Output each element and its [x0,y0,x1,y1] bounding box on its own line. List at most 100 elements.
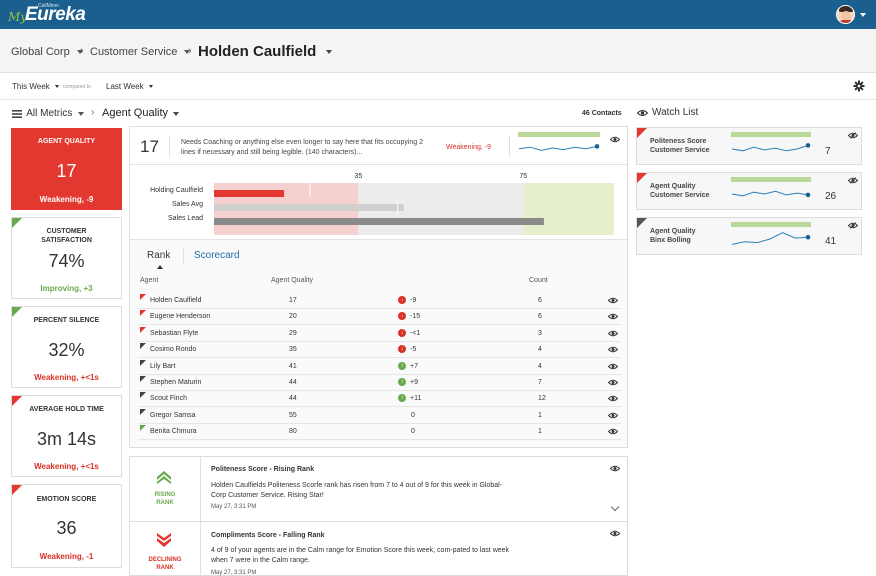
watch-item-value: 26 [825,191,837,202]
comparison-bar [214,190,285,197]
tile-average-hold-time[interactable]: AVERAGE HOLD TIME 3m 14s Weakening, +<1s [11,395,122,477]
detail-description: Needs Coaching or anything else even lon… [181,139,424,156]
eye-icon[interactable] [610,136,620,143]
status-flag-icon [637,218,647,228]
table-row[interactable]: Sebastian Flyte 29 ↓ -<1 3 [138,326,621,342]
arrow-down-icon: ↓ [398,328,406,337]
watch-list-item[interactable]: Politeness Score Customer Service 7 [636,127,862,165]
sparkline-endpoint [805,143,811,148]
table-row[interactable]: Cosimo Rondo 35 ↓ -5 4 [138,342,621,359]
tile-trend: Weakening, +<1s [34,373,99,382]
status-flag-icon [140,359,146,366]
period-dropdown[interactable]: This Week [12,82,59,91]
eye-icon[interactable] [608,412,618,419]
eye-icon[interactable] [608,379,618,386]
table-row[interactable]: Scout Finch 44 ↑ +11 12 [138,391,621,408]
sparkline-line [731,144,809,152]
expand-chevron-down-icon[interactable] [610,502,620,512]
watch-list-item[interactable]: Agent Quality Binx Bolling 41 [636,217,862,255]
agent-score: 44 [289,379,297,386]
agent-name: Stephen Maturin [150,379,202,386]
myeureka-logo[interactable]: CallMiner My Eureka [8,3,96,27]
agent-count: 3 [538,329,542,337]
user-avatar[interactable] [836,5,855,24]
column-header-count[interactable]: Count [529,277,548,284]
eye-icon[interactable] [608,428,618,435]
compare-period-label: Last Week [106,82,144,91]
detail-tabs: Rank Scorecard [130,241,627,269]
comparison-bar [214,218,544,225]
eye-icon[interactable] [608,363,618,370]
tab-rank[interactable]: Rank [147,250,170,261]
tile-percent-silence[interactable]: PERCENT SILENCE 32% Weakening, +<1s [11,306,122,388]
watch-item-value: 41 [825,236,837,247]
watch-item-scope: Binx Bolling [650,237,691,244]
table-row[interactable]: Stephen Maturin 44 ↑ +9 7 [138,375,621,391]
tile-emotion-score[interactable]: EMOTION SCORE 36 Weakening, -1 [11,484,122,568]
agent-change: 0 [411,411,415,419]
arrow-down-icon: ↓ [398,312,406,321]
chevron-down-icon [148,85,153,89]
contacts-count: 46 Contacts [582,110,622,117]
agent-count: 1 [538,428,542,436]
eye-icon[interactable] [608,395,618,402]
metrics-separator-icon: › [91,107,95,118]
column-header-agent[interactable]: Agent [140,277,158,284]
table-row[interactable]: Holden Caulfield 17 ↓ -9 6 [138,293,621,309]
detail-summary: 17 Needs Coaching or anything else even … [130,127,627,165]
tile-customer-satisfaction[interactable]: CUSTOMER SATISFACTION 74% Improving, +3 [11,217,122,299]
eye-icon[interactable] [610,530,620,537]
metric-detail-panel: 17 Needs Coaching or anything else even … [129,126,628,448]
agent-name: Gregor Samsa [150,411,196,419]
breadcrumb-org-dropdown[interactable]: Global Corp [11,46,83,58]
breadcrumb-separator-icon: › [188,45,192,57]
agent-name: Cosimo Rondo [150,346,197,354]
eye-icon[interactable] [608,346,618,353]
table-row[interactable]: Gregor Samsa 55 0 1 [138,408,621,424]
breadcrumb-group-dropdown[interactable]: Customer Service [90,46,191,58]
tile-agent-quality[interactable]: AGENT QUALITY 17 Weakening, -9 [11,128,122,210]
agent-count: 6 [538,313,542,321]
eye-icon[interactable] [610,465,620,472]
tile-value: 3m 14s [36,429,97,449]
table-row[interactable]: Lily Bart 41 ↑ +7 4 [138,359,621,375]
user-menu-chevron-down-icon[interactable] [860,13,866,17]
notification-date: May 27, 3:31 PM [211,570,257,576]
filter-bar: This Week compared to Last Week [0,74,876,100]
table-row[interactable]: Benita Chmura 80 0 1 [138,424,621,441]
table-row[interactable]: Eugene Henderson 20 ↓ -15 6 [138,309,621,326]
eye-off-icon[interactable] [848,177,858,184]
tile-label: AVERAGE HOLD TIME [29,406,104,413]
eye-icon[interactable] [608,330,618,337]
tab-scorecard[interactable]: Scorecard [194,250,240,261]
agent-count: 12 [538,395,546,403]
eye-off-icon[interactable] [848,132,858,139]
eye-off-icon[interactable] [848,222,858,229]
watch-list-title: Watch List [652,107,699,118]
agent-change: -15 [410,313,421,321]
all-metrics-dropdown[interactable]: All Metrics [12,108,84,119]
gear-icon[interactable] [853,80,865,92]
chevron-down-icon [54,85,59,89]
arrow-down-icon: ↓ [398,296,406,304]
rising-rank-icon [157,471,171,484]
notification-card: RISING RANK Politeness Score - Rising Ra… [129,456,628,522]
eye-icon[interactable] [608,297,618,304]
watch-item-scope: Customer Service [650,192,710,199]
chevron-down-icon [173,111,180,116]
agent-count: 1 [538,411,542,419]
comparison-bar [214,204,404,211]
status-flag-icon [140,343,146,350]
watch-list-item[interactable]: Agent Quality Customer Service 26 [636,172,862,210]
breadcrumb-agent-dropdown[interactable]: Holden Caulfield [198,43,332,60]
compare-period-dropdown[interactable]: Last Week [106,82,153,91]
eye-icon[interactable] [608,313,618,320]
high-performer-zone [523,183,614,235]
agent-change: -9 [410,297,417,304]
agent-score: 55 [289,411,297,419]
agent-change: +9 [410,379,418,386]
column-header-metric[interactable]: Agent Quality [271,277,313,284]
agent-name: Scout Finch [150,395,187,403]
agent-count: 6 [538,297,542,304]
metric-dropdown[interactable]: Agent Quality [102,107,180,119]
